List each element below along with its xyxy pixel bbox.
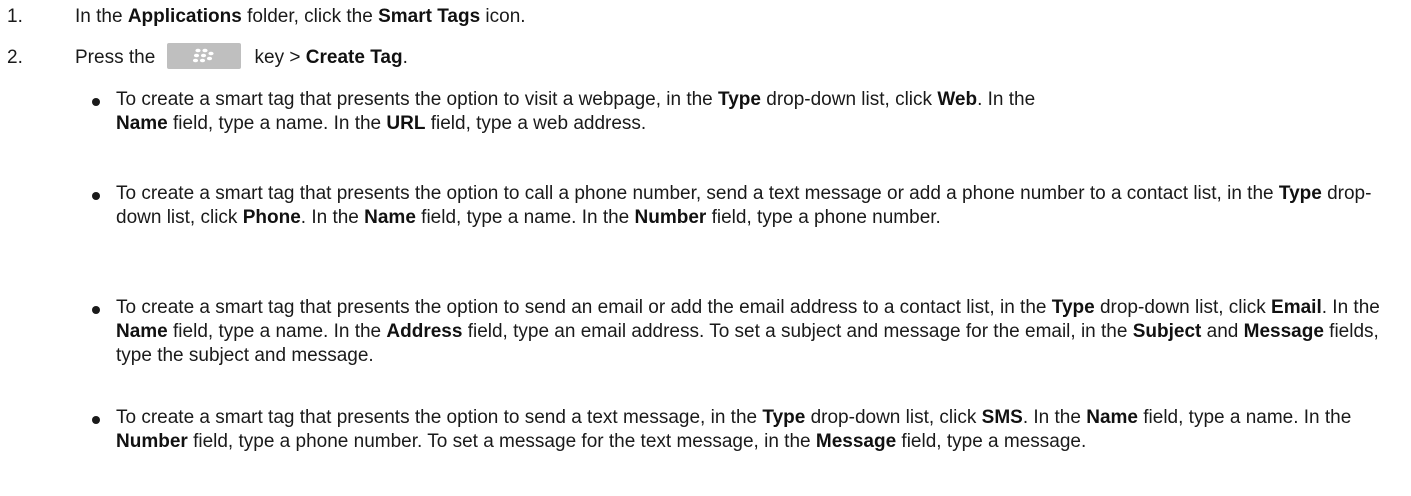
blackberry-logo-icon bbox=[193, 48, 214, 63]
text-run: field, type a name. In the bbox=[167, 321, 387, 342]
bullet-text: To create a smart tag that presents the … bbox=[116, 88, 1406, 136]
bold-term: Type bbox=[762, 407, 806, 428]
text-run: field, type a name. In the bbox=[167, 113, 387, 134]
bold-term: Name bbox=[1086, 407, 1138, 428]
text-run: field, type an email address. To set a s… bbox=[462, 321, 1133, 342]
text-run: drop-down list, click bbox=[805, 407, 982, 428]
step-text: In the Applications folder, click the Sm… bbox=[75, 5, 526, 29]
step-number: 1. bbox=[7, 6, 23, 27]
text-run: field, type a message. bbox=[896, 431, 1087, 452]
blackberry-menu-key-icon bbox=[167, 42, 242, 69]
bold-term: Message bbox=[815, 431, 897, 452]
text-run: field, type a name. In the bbox=[1137, 407, 1352, 428]
bold-term: Web bbox=[937, 89, 978, 110]
text-run: icon. bbox=[480, 6, 526, 27]
bold-term: Number bbox=[116, 431, 188, 452]
bullet-dot bbox=[92, 416, 100, 424]
bold-term: Name bbox=[116, 113, 168, 134]
text-run: In the bbox=[75, 6, 128, 27]
text-run: To create a smart tag that presents the … bbox=[116, 183, 1279, 204]
bold-term: Email bbox=[1271, 297, 1322, 318]
bold-term: Type bbox=[1278, 183, 1322, 204]
text-run: drop-down list, click bbox=[1094, 297, 1272, 318]
bold-term: Name bbox=[364, 207, 416, 228]
bold-term: Subject bbox=[1132, 321, 1202, 342]
bold-term: Type bbox=[718, 89, 761, 110]
bold-term: Message bbox=[1243, 321, 1324, 342]
text-run: field, type a phone number. To set a mes… bbox=[187, 431, 816, 452]
step-number: 2. bbox=[7, 47, 23, 68]
bold-term: Smart Tags bbox=[378, 6, 481, 27]
text-run: key > bbox=[249, 47, 306, 68]
text-run: . In the bbox=[977, 89, 1036, 110]
bold-term: Create Tag bbox=[305, 47, 403, 68]
bold-term: Address bbox=[386, 321, 463, 342]
bullet-text: To create a smart tag that presents the … bbox=[116, 406, 1406, 454]
bold-term: Number bbox=[634, 207, 707, 228]
text-run: field, type a web address. bbox=[425, 113, 647, 134]
text-run: . In the bbox=[1321, 297, 1380, 318]
text-run: . bbox=[402, 47, 408, 68]
bold-term: Name bbox=[116, 321, 168, 342]
bold-term: SMS bbox=[981, 407, 1023, 428]
text-run: field, type a name. In the bbox=[415, 207, 635, 228]
bullet-dot bbox=[92, 306, 100, 314]
text-run: To create a smart tag that presents the … bbox=[116, 297, 1052, 318]
text-run: Press the bbox=[75, 47, 156, 68]
text-run: To create a smart tag that presents the … bbox=[116, 407, 763, 428]
text-run: . In the bbox=[1022, 407, 1087, 428]
bullet-dot bbox=[92, 98, 100, 106]
text-run: field, type a phone number. bbox=[706, 207, 941, 228]
bullet-dot bbox=[92, 192, 100, 200]
bullet-text: To create a smart tag that presents the … bbox=[116, 182, 1406, 230]
text-run: folder, click the bbox=[241, 6, 379, 27]
text-run: To create a smart tag that presents the … bbox=[116, 89, 719, 110]
bold-term: URL bbox=[386, 113, 426, 134]
step-text: Press the key > Create Tag. bbox=[75, 42, 408, 70]
bold-term: Phone bbox=[242, 207, 301, 228]
text-run: . In the bbox=[300, 207, 365, 228]
bold-term: Type bbox=[1051, 297, 1095, 318]
bullet-text: To create a smart tag that presents the … bbox=[116, 296, 1406, 368]
text-run: and bbox=[1201, 321, 1244, 342]
text-run: drop-down list, click bbox=[760, 89, 938, 110]
bold-term: Applications bbox=[127, 6, 242, 27]
